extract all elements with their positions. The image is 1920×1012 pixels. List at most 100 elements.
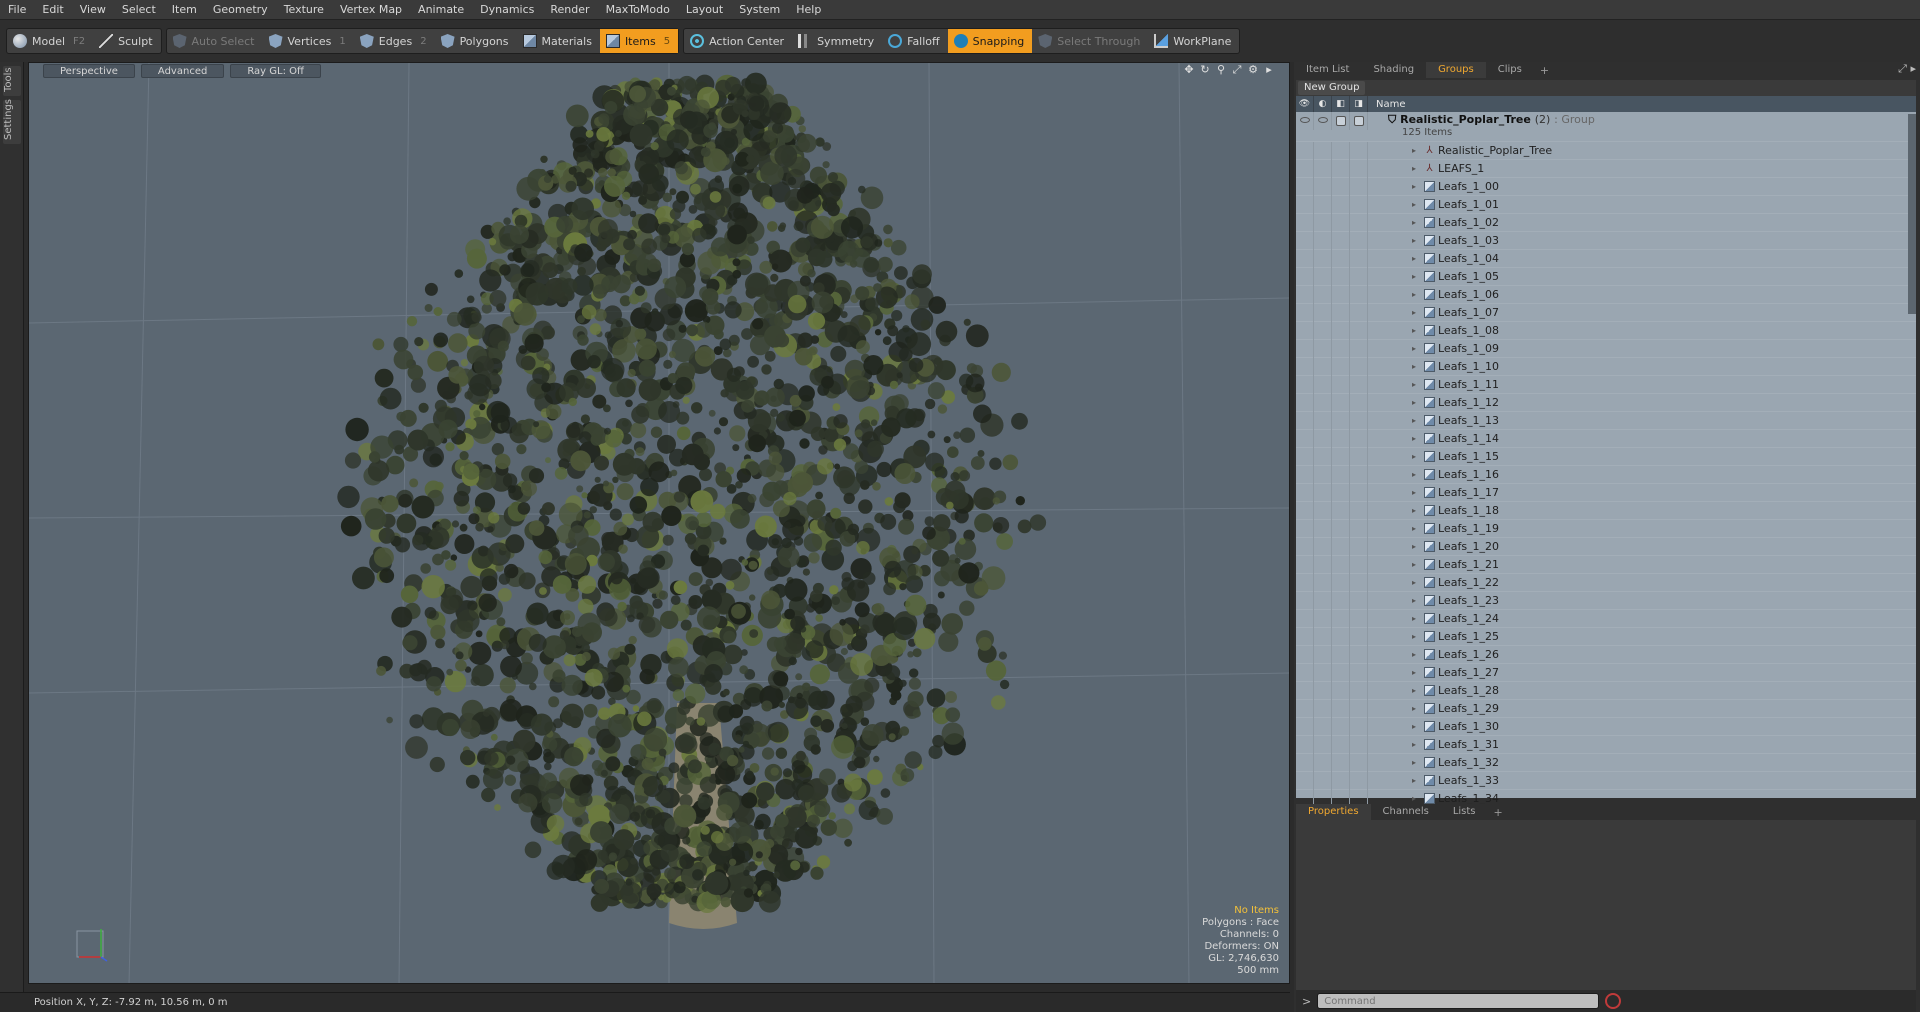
items-button[interactable]: Items 5: [599, 29, 679, 53]
lock-column-icon[interactable]: ◧: [1332, 96, 1350, 112]
list-item[interactable]: ▸ Leafs_1_05: [1296, 267, 1916, 286]
vertices-button[interactable]: Vertices 1: [263, 29, 354, 53]
expand-arrow-icon[interactable]: ▸: [1412, 632, 1424, 641]
list-item[interactable]: ▸ Leafs_1_19: [1296, 519, 1916, 538]
tools-tab[interactable]: Tools: [3, 66, 21, 96]
list-item[interactable]: ▸ Leafs_1_23: [1296, 591, 1916, 610]
expand-arrow-icon[interactable]: ▸: [1412, 542, 1424, 551]
list-item[interactable]: ▸ Leafs_1_21: [1296, 555, 1916, 574]
tab-item-list[interactable]: Item List: [1294, 62, 1361, 78]
menu-animate[interactable]: Animate: [410, 0, 472, 20]
list-item[interactable]: ▸ Leafs_1_31: [1296, 735, 1916, 754]
list-item[interactable]: ▸ Leafs_1_20: [1296, 537, 1916, 556]
list-item[interactable]: ▸ Leafs_1_01: [1296, 195, 1916, 214]
menu-vertex-map[interactable]: Vertex Map: [332, 0, 410, 20]
expand-arrow-icon[interactable]: ▸: [1412, 722, 1424, 731]
render-column-icon[interactable]: ◐: [1314, 96, 1332, 112]
expand-arrow-icon[interactable]: ▸: [1412, 668, 1424, 677]
select-checkbox[interactable]: [1353, 116, 1364, 126]
list-item[interactable]: ▸ Leafs_1_26: [1296, 645, 1916, 664]
render-eye-icon[interactable]: [1317, 117, 1328, 123]
list-item[interactable]: ▸ Leafs_1_25: [1296, 627, 1916, 646]
expand-arrow-icon[interactable]: ▸: [1412, 254, 1424, 263]
snapping-button[interactable]: Snapping: [947, 29, 1033, 53]
expand-arrow-icon[interactable]: ▸: [1412, 470, 1424, 479]
zoom-view-icon[interactable]: ⚲: [1215, 64, 1227, 76]
menu-system[interactable]: System: [731, 0, 788, 20]
list-item[interactable]: ▸ Leafs_1_22: [1296, 573, 1916, 592]
list-item[interactable]: ▸ Leafs_1_33: [1296, 771, 1916, 790]
list-item[interactable]: ▸ ⅄ LEAFS_1: [1296, 159, 1916, 178]
list-item[interactable]: ▸ Leafs_1_00: [1296, 177, 1916, 196]
visibility-eye-icon[interactable]: [1299, 117, 1310, 123]
play-arrow-icon[interactable]: ▸: [1263, 64, 1275, 76]
expand-arrow-icon[interactable]: ▸: [1412, 776, 1424, 785]
expand-arrow-icon[interactable]: ▸: [1412, 380, 1424, 389]
expand-arrow-icon[interactable]: ▸: [1412, 560, 1424, 569]
expand-arrow-icon[interactable]: ▸: [1412, 578, 1424, 587]
expand-arrow-icon[interactable]: ▸: [1412, 290, 1424, 299]
tab-properties[interactable]: Properties: [1296, 804, 1371, 820]
list-item[interactable]: ▸ Leafs_1_02: [1296, 213, 1916, 232]
menu-layout[interactable]: Layout: [678, 0, 731, 20]
expand-arrow-icon[interactable]: ▸: [1412, 434, 1424, 443]
menu-help[interactable]: Help: [788, 0, 829, 20]
list-item[interactable]: ▸ Leafs_1_11: [1296, 375, 1916, 394]
expand-arrow-icon[interactable]: ▸: [1412, 308, 1424, 317]
expand-arrow-icon[interactable]: ▸: [1412, 740, 1424, 749]
expand-arrow-icon[interactable]: ▸: [1412, 650, 1424, 659]
expand-arrow-icon[interactable]: ▸: [1412, 164, 1424, 173]
expand-arrow-icon[interactable]: ▸: [1412, 218, 1424, 227]
move-view-icon[interactable]: ✥: [1183, 64, 1195, 76]
menu-view[interactable]: View: [72, 0, 114, 20]
list-item[interactable]: ▸ Leafs_1_27: [1296, 663, 1916, 682]
list-item[interactable]: ▸ Leafs_1_18: [1296, 501, 1916, 520]
list-item[interactable]: ▸ Leafs_1_04: [1296, 249, 1916, 268]
menu-item[interactable]: Item: [164, 0, 205, 20]
list-item[interactable]: ▸ Leafs_1_08: [1296, 321, 1916, 340]
raygl-tab[interactable]: Ray GL: Off: [230, 64, 321, 78]
new-group-button[interactable]: New Group: [1298, 81, 1366, 95]
list-item[interactable]: ▸ Leafs_1_03: [1296, 231, 1916, 250]
expand-arrow-icon[interactable]: ▸: [1412, 704, 1424, 713]
maximize-view-icon[interactable]: ⤢: [1231, 64, 1243, 76]
expand-arrow-icon[interactable]: ▸: [1412, 596, 1424, 605]
expand-arrow-icon[interactable]: ▸: [1412, 758, 1424, 767]
menu-select[interactable]: Select: [114, 0, 164, 20]
sculpt-mode-button[interactable]: Sculpt: [93, 29, 160, 53]
list-item[interactable]: ▸ Leafs_1_29: [1296, 699, 1916, 718]
materials-button[interactable]: Materials: [517, 29, 600, 53]
menu-geometry[interactable]: Geometry: [205, 0, 276, 20]
select-through-button[interactable]: Select Through: [1032, 29, 1148, 53]
falloff-button[interactable]: Falloff: [882, 29, 947, 53]
expand-arrow-icon[interactable]: ▸: [1412, 236, 1424, 245]
tab-channels[interactable]: Channels: [1371, 804, 1441, 820]
list-item[interactable]: ▸ Leafs_1_14: [1296, 429, 1916, 448]
expand-arrow-icon[interactable]: ▸: [1412, 182, 1424, 191]
command-execute-icon[interactable]: [1605, 993, 1622, 1009]
symmetry-button[interactable]: Symmetry: [792, 29, 882, 53]
expand-arrow-icon[interactable]: ▸: [1412, 344, 1424, 353]
polygons-button[interactable]: Polygons: [435, 29, 517, 53]
menu-texture[interactable]: Texture: [276, 0, 332, 20]
tab-clips[interactable]: Clips: [1486, 62, 1534, 78]
list-item[interactable]: ▸ Leafs_1_10: [1296, 357, 1916, 376]
expand-arrow-icon[interactable]: ▸: [1412, 452, 1424, 461]
tab-shading[interactable]: Shading: [1361, 62, 1426, 78]
rotate-view-icon[interactable]: ↻: [1199, 64, 1211, 76]
gear-icon[interactable]: ⚙: [1247, 64, 1259, 76]
expand-arrow-icon[interactable]: ▸: [1412, 416, 1424, 425]
command-input[interactable]: [1317, 993, 1600, 1009]
group-row[interactable]: ⛉ Realistic_Poplar_Tree (2) : Group 125 …: [1296, 112, 1916, 142]
expand-arrow-icon[interactable]: ▸: [1412, 488, 1424, 497]
menu-render[interactable]: Render: [542, 0, 597, 20]
select-column-icon[interactable]: ◨: [1350, 96, 1368, 112]
3d-viewport[interactable]: Perspective Advanced Ray GL: Off ✥ ↻ ⚲ ⤢…: [28, 62, 1290, 984]
advanced-tab[interactable]: Advanced: [140, 64, 225, 78]
expand-arrow-icon[interactable]: ▸: [1412, 506, 1424, 515]
auto-select-button[interactable]: Auto Select: [167, 29, 263, 53]
perspective-tab[interactable]: Perspective: [43, 64, 135, 78]
list-scrollbar[interactable]: [1908, 114, 1916, 314]
menu-dynamics[interactable]: Dynamics: [472, 0, 542, 20]
list-item[interactable]: ▸ Leafs_1_12: [1296, 393, 1916, 412]
